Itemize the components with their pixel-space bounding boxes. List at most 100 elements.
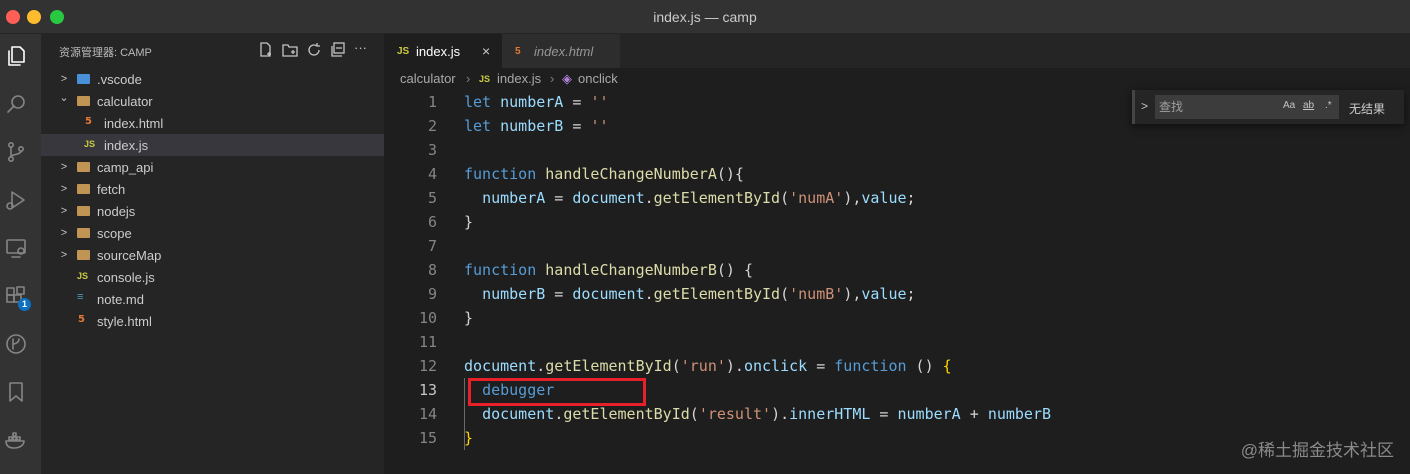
tree-item-camp-api[interactable]: > camp_api (41, 156, 384, 178)
collapse-all-icon[interactable] (330, 42, 346, 58)
js-file-icon: JS (397, 45, 410, 57)
editor-tab-bar: JS index.js × 5 index.html (384, 34, 1410, 68)
tree-item-nodejs[interactable]: > nodejs (41, 200, 384, 222)
code-token: ( (780, 189, 790, 207)
line-number: 14 (418, 405, 437, 423)
code-token: ; (906, 285, 916, 303)
code-token: . (554, 405, 564, 423)
line-number: 13 (418, 381, 437, 399)
match-case-icon[interactable]: Aa (1283, 100, 1295, 111)
code-token: numberB (482, 285, 546, 303)
tree-item-fetch[interactable]: > fetch (41, 178, 384, 200)
new-file-icon[interactable] (258, 42, 274, 58)
tree-item-label: style.html (97, 313, 152, 329)
tree-item-note-md[interactable]: ≡ note.md (41, 288, 384, 310)
chevron-right-icon: > (60, 183, 68, 195)
tree-item-label: nodejs (97, 203, 136, 219)
method-symbol-icon: ◈ (562, 71, 572, 86)
tree-item-scope[interactable]: > scope (41, 222, 384, 244)
tree-item-style-html[interactable]: 5 style.html (41, 310, 384, 332)
tree-item-label: .vscode (97, 71, 142, 87)
more-icon[interactable]: ··· (354, 41, 370, 58)
close-icon[interactable]: × (482, 43, 490, 59)
breadcrumb-item[interactable]: calculator (400, 71, 456, 86)
tree-item-index-html[interactable]: 5 index.html (41, 112, 384, 134)
breadcrumb-item[interactable]: onclick (578, 71, 618, 86)
code-token: ; (906, 189, 916, 207)
search-icon[interactable] (4, 92, 28, 116)
code-line[interactable]: 10} (384, 306, 1410, 330)
code-editor[interactable]: 1 let numberA = '' 2 let numberB = '' 3 4 func… (384, 90, 1410, 474)
tree-item-vscode[interactable]: > .vscode (41, 68, 384, 90)
code-token: getElementById (563, 405, 690, 423)
code-token: let (464, 117, 501, 135)
code-token: ( (780, 285, 790, 303)
code-token: = (870, 405, 898, 423)
code-text: numberA = document.getElementById('numA'… (464, 189, 916, 207)
chevron-right-icon: > (60, 249, 68, 261)
code-line[interactable]: 11 (384, 330, 1410, 354)
code-text: } (464, 429, 473, 447)
tab-index-js[interactable]: JS index.js × (384, 34, 502, 68)
folder-open-icon (77, 96, 90, 106)
tree-item-console-js[interactable]: JS console.js (41, 266, 384, 288)
tree-item-calculator[interactable]: ⌄ calculator (41, 90, 384, 112)
tab-index-html[interactable]: 5 index.html (502, 34, 620, 68)
refresh-icon[interactable] (306, 42, 322, 58)
match-whole-word-icon[interactable]: ab (1303, 100, 1314, 111)
code-token: . (644, 189, 654, 207)
js-file-icon: JS (84, 139, 96, 149)
code-token: } (464, 309, 474, 327)
code-token: 'run' (680, 357, 726, 375)
code-line[interactable]: 5 numberA = document.getElementById('num… (384, 186, 1410, 210)
source-control-icon[interactable] (4, 140, 28, 164)
code-token: ), (843, 285, 862, 303)
code-token: numberB (500, 117, 564, 135)
code-token: = (563, 93, 591, 111)
code-line[interactable]: 8 function handleChangeNumberB() { (384, 258, 1410, 282)
bookmark-icon[interactable] (4, 380, 28, 404)
code-line[interactable]: 9 numberB = document.getElementById('num… (384, 282, 1410, 306)
tree-item-index-js[interactable]: JS index.js (41, 134, 384, 156)
use-regex-icon[interactable]: .* (1325, 100, 1332, 111)
code-token: value (861, 285, 907, 303)
code-line[interactable]: 3 (384, 138, 1410, 162)
html-file-icon: 5 (78, 314, 85, 325)
new-folder-icon[interactable] (282, 42, 298, 58)
run-debug-icon[interactable] (4, 188, 28, 212)
tree-item-label: console.js (97, 269, 155, 285)
explorer-title: 资源管理器: CAMP (59, 47, 152, 59)
remote-explorer-icon[interactable] (4, 236, 28, 260)
code-token: handleChangeNumberA (545, 165, 717, 183)
code-token: getElementById (653, 285, 781, 303)
git-graph-icon[interactable] (4, 332, 28, 356)
code-line[interactable]: 12 document.getElementById('run').onclick… (384, 354, 1410, 378)
code-token: () (906, 357, 943, 375)
tree-item-label: calculator (97, 93, 153, 109)
code-token: (){ (716, 165, 744, 183)
code-token: numberA (500, 93, 564, 111)
code-token: . (536, 357, 546, 375)
code-token: numberA (897, 405, 961, 423)
tree-item-label: index.js (104, 137, 149, 153)
tree-item-label: fetch (97, 181, 126, 197)
docker-icon[interactable] (4, 428, 28, 452)
code-line[interactable]: 7 (384, 234, 1410, 258)
extensions-icon[interactable]: 1 (4, 284, 31, 311)
code-line[interactable]: 6} (384, 210, 1410, 234)
files-icon[interactable] (4, 44, 28, 68)
html-file-icon: 5 (515, 45, 521, 57)
code-token: document (464, 357, 537, 375)
code-token: innerHTML (789, 405, 871, 423)
tree-item-sourcemap[interactable]: > sourceMap (41, 244, 384, 266)
activity-bar: 1 (0, 34, 41, 474)
breadcrumb-separator: › (550, 71, 555, 86)
toggle-replace-icon[interactable]: > (1141, 99, 1148, 113)
breadcrumb-item[interactable]: index.js (497, 71, 541, 86)
line-number: 5 (427, 189, 437, 207)
folder-icon (77, 184, 90, 194)
code-token: = (807, 357, 835, 375)
folder-icon (77, 206, 90, 216)
code-line[interactable]: 4 function handleChangeNumberA(){ (384, 162, 1410, 186)
